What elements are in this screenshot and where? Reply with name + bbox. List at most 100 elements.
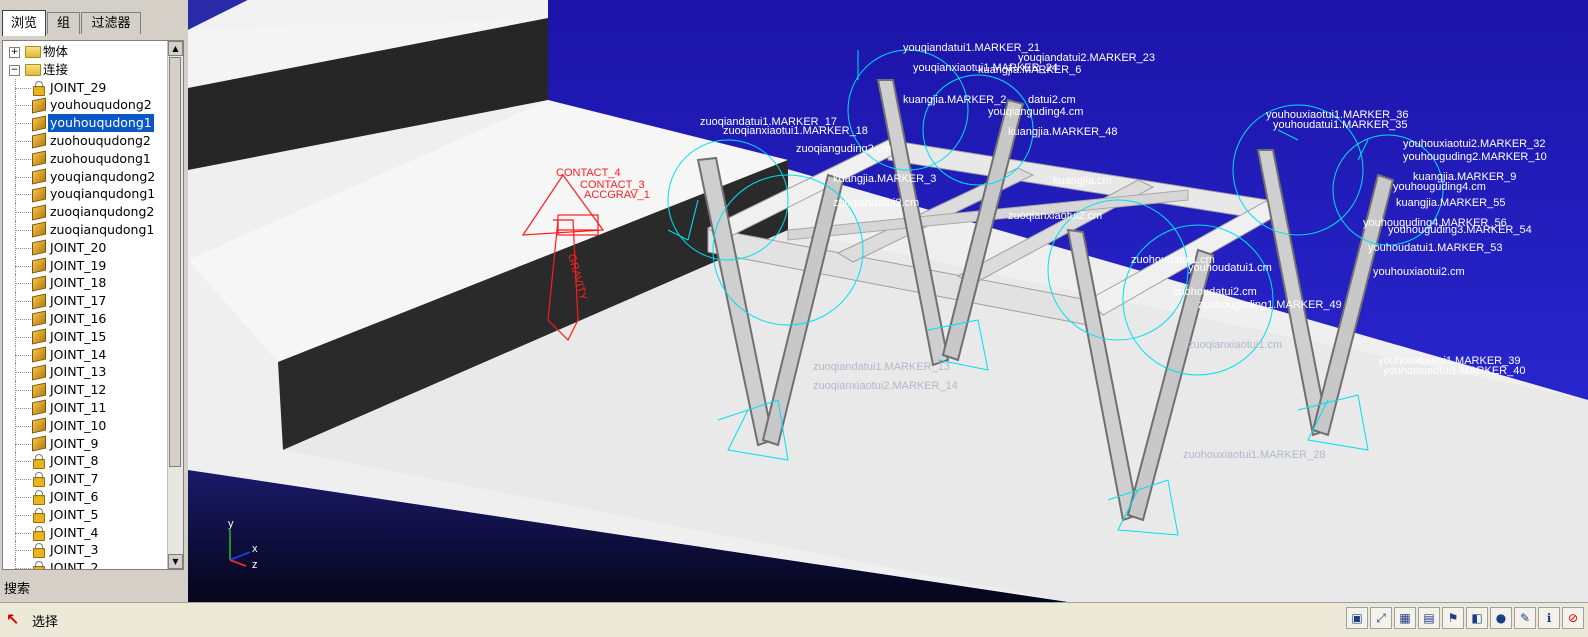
lock-icon [32,507,46,523]
zoom-icon[interactable]: ⤢ [1370,607,1392,629]
motion-icon [32,346,46,363]
tree-item[interactable]: zuohouqudong2 [3,131,169,150]
motion-icon [32,275,46,292]
svg-text:kuangjia.MARKER_2: kuangjia.MARKER_2 [903,94,1006,106]
tree-item[interactable]: JOINT_19 [3,256,169,275]
tree-item[interactable]: JOINT_18 [3,274,169,293]
motion-icon [32,115,46,132]
tree-item-label: JOINT_8 [50,453,99,469]
model-tree[interactable]: + 物体 − 连接 JOINT_29 youhouqudong2 youhouqud… [2,40,184,570]
tree-branch [15,212,31,214]
lock-icon-glyph [33,80,45,96]
motion-icon [32,382,46,399]
tree-item[interactable]: youhouqudong1 [3,114,169,132]
folder-icon [25,63,41,76]
tree-item[interactable]: JOINT_3 [3,541,169,560]
tree-item[interactable]: zuoqianqudong1 [3,220,169,239]
svg-text:zuoqianxiaotui1.MARKER_18: zuoqianxiaotui1.MARKER_18 [723,125,868,137]
tree-item[interactable]: JOINT_15 [3,327,169,346]
tree-item[interactable]: JOINT_2 [3,559,169,569]
tree-branch [15,390,31,392]
motion-icon-glyph [32,97,46,114]
tab-filters[interactable]: 过滤器 [81,12,141,34]
svg-text:kuangjia.cm: kuangjia.cm [1053,175,1112,187]
tree-branch [15,283,31,285]
tree-item[interactable]: JOINT_9 [3,434,169,453]
svg-text:kuangjia.MARKER_48: kuangjia.MARKER_48 [1008,126,1117,138]
tree-item[interactable]: JOINT_17 [3,292,169,310]
svg-text:zuoqianxiaotui1.cm: zuoqianxiaotui1.cm [1188,339,1282,351]
tree-item-label: JOINT_18 [50,275,107,291]
tree-folder-label: 连接 [43,61,69,77]
tree-item[interactable]: JOINT_4 [3,523,169,542]
tree-branch [15,425,31,428]
motion-icon-glyph [32,382,46,399]
info-icon[interactable]: ℹ [1538,607,1560,629]
tree-item[interactable]: zuoqianqudong2 [3,203,169,221]
tool-icon[interactable]: ✎ [1514,607,1536,629]
tree-item[interactable]: JOINT_29 [3,78,169,97]
collapse-icon[interactable]: − [9,64,20,76]
tree-item-label: JOINT_4 [50,524,99,540]
flag-icon[interactable]: ⚑ [1442,607,1464,629]
tree-item[interactable]: JOINT_6 [3,487,169,506]
grid-icon[interactable]: ▦ [1394,607,1416,629]
tree-item[interactable]: JOINT_13 [3,363,169,382]
tree-item-label: JOINT_17 [50,293,107,309]
motion-icon [32,204,46,221]
tree-item[interactable]: JOINT_11 [3,398,169,417]
tree-folder-bodies[interactable]: + 物体 [3,43,169,61]
motion-icon-glyph [32,275,46,292]
motion-icon [32,328,46,345]
scene-canvas[interactable]: CONTACT_4 CONTACT_3 ACCGRAV_1 GRAVITY yo… [188,0,1588,602]
tree-item[interactable]: youqianqudong1 [3,185,169,204]
svg-text:youhoudatui1.MARKER_35: youhoudatui1.MARKER_35 [1273,119,1408,131]
motion-icon-glyph [32,132,46,149]
lock-icon [32,561,46,569]
tree-item-label: JOINT_3 [50,542,99,558]
tree-item[interactable]: JOINT_5 [3,505,169,524]
tree-item[interactable]: JOINT_7 [3,470,169,488]
scroll-thumb[interactable] [169,57,181,467]
tree-item[interactable]: zuohouqudong1 [3,149,169,168]
view-icon[interactable]: ▣ [1346,607,1368,629]
tree-scrollbar[interactable]: ▲ ▼ [167,41,183,569]
motion-icon-glyph [32,239,46,256]
tree-item[interactable]: JOINT_14 [3,345,169,364]
lock-icon-glyph [33,561,45,569]
tree-item[interactable]: JOINT_10 [3,416,169,435]
render-icon[interactable]: ◧ [1466,607,1488,629]
tree-item[interactable]: youqianqudong2 [3,167,169,186]
svg-text:zuoqianxiaotui2.cm: zuoqianxiaotui2.cm [1008,210,1102,222]
toolbar-tray: ▣ ⤢ ▦ ▤ ⚑ ◧ ● ✎ ℹ ⊘ [1346,607,1584,631]
tree-item-label: JOINT_13 [50,364,107,380]
tab-browse[interactable]: 浏览 [2,10,46,36]
tree-item-label: youhouqudong1 [48,114,154,132]
svg-text:y: y [228,518,234,530]
tree-branch [15,479,31,481]
3d-viewport[interactable]: CONTACT_4 CONTACT_3 ACCGRAV_1 GRAVITY yo… [188,0,1588,602]
scroll-up-icon[interactable]: ▲ [168,41,183,56]
tree-item[interactable]: JOINT_8 [3,452,169,471]
tree-branch [15,407,31,410]
tree-branch [15,372,31,374]
tree-item-label: youhouqudong2 [50,97,152,113]
tab-groups[interactable]: 组 [47,12,80,34]
tree-item[interactable]: JOINT_12 [3,381,169,399]
scroll-down-icon[interactable]: ▼ [168,554,183,569]
motion-icon-glyph [32,221,46,238]
svg-text:kuangjia.MARKER_9: kuangjia.MARKER_9 [1413,171,1516,183]
tree-item[interactable]: JOINT_16 [3,309,169,328]
tree-item[interactable]: youhouqudong2 [3,96,169,115]
color-icon[interactable]: ● [1490,607,1512,629]
search-label[interactable]: 搜索 [4,578,30,597]
expand-icon[interactable]: + [9,47,20,58]
status-text: 选择 [32,615,59,630]
tree-folder-connections[interactable]: − 连接 [3,61,169,79]
tree-item-label: JOINT_20 [50,239,107,255]
tree-item[interactable]: JOINT_20 [3,238,169,257]
motion-icon [32,364,46,381]
stop-icon[interactable]: ⊘ [1562,607,1584,629]
table-icon[interactable]: ▤ [1418,607,1440,629]
lock-icon-glyph [33,543,45,559]
